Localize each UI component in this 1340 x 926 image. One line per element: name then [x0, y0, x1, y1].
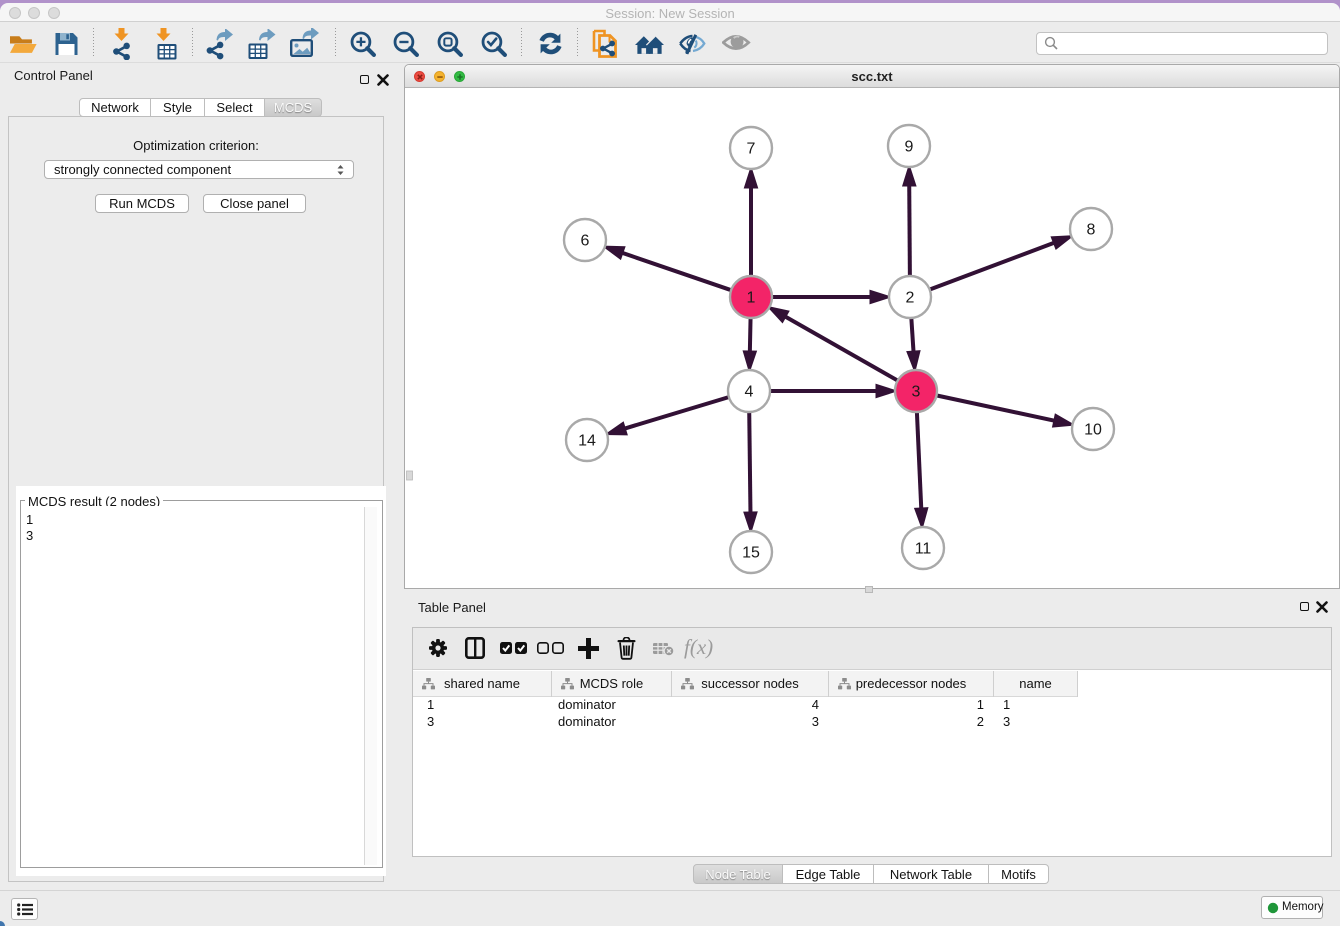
svg-text:1: 1 — [747, 290, 756, 307]
svg-text:10: 10 — [1084, 422, 1102, 439]
svg-text:11: 11 — [915, 541, 932, 558]
svg-text:14: 14 — [578, 433, 596, 450]
svg-text:7: 7 — [747, 141, 756, 158]
svg-text:15: 15 — [742, 545, 760, 562]
svg-text:9: 9 — [905, 139, 914, 156]
svg-text:f(x): f(x) — [684, 637, 713, 659]
svg-text:6: 6 — [581, 233, 590, 250]
svg-text:3: 3 — [912, 384, 921, 401]
svg-text:2: 2 — [906, 290, 915, 307]
svg-text:4: 4 — [745, 384, 754, 401]
svg-text:8: 8 — [1087, 222, 1096, 239]
